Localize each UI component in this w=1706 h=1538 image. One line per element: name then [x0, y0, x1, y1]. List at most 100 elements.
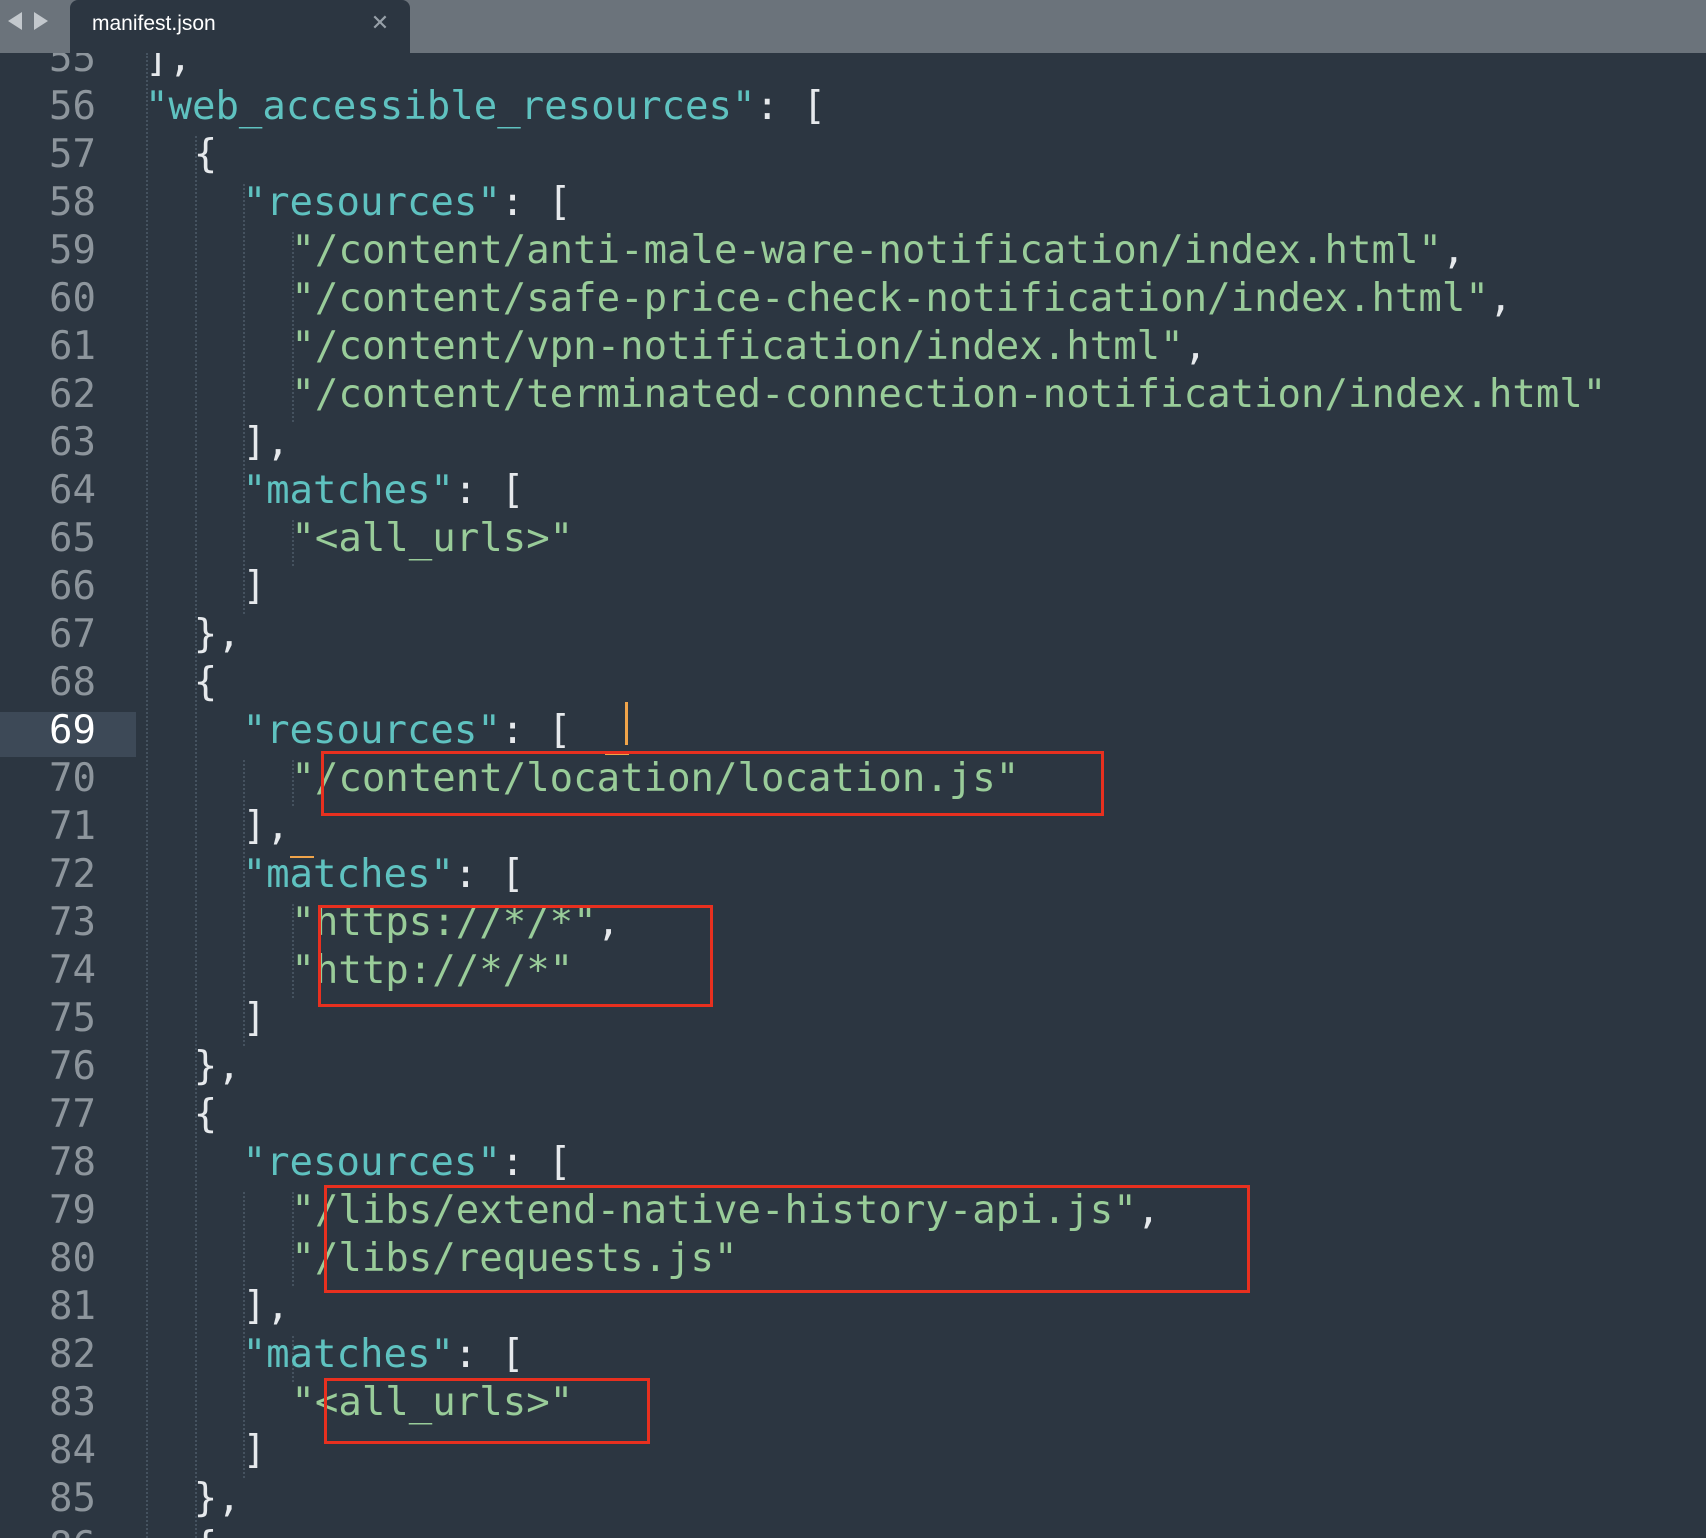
- code-line[interactable]: 64 "matches": [: [0, 467, 1706, 515]
- code-text: "resources": [: [243, 707, 572, 755]
- code-line[interactable]: 58 "resources": [: [0, 179, 1706, 227]
- json-punctuation: : [: [453, 1332, 525, 1377]
- line-number: 79: [49, 1188, 96, 1233]
- code-text: {: [194, 1523, 217, 1538]
- json-string: "/content/safe-price-check-notification/…: [291, 276, 1489, 321]
- highlight-box-location-js: [321, 751, 1104, 816]
- code-text: ]: [243, 995, 266, 1043]
- json-punctuation: ,: [1488, 276, 1513, 321]
- json-punctuation: : [: [500, 708, 572, 753]
- json-key: "resources": [242, 708, 501, 753]
- line-number: 57: [49, 132, 96, 177]
- line-number: 59: [49, 228, 96, 273]
- json-string: "/content/terminated-connection-notifica…: [291, 372, 1607, 417]
- code-line[interactable]: 66]: [0, 563, 1706, 611]
- code-line[interactable]: 83 "<all_urls>": [0, 1379, 1706, 1427]
- line-number: 55: [49, 53, 96, 81]
- code-text: },: [194, 1043, 241, 1091]
- code-text: ]: [243, 1427, 266, 1475]
- code-line[interactable]: 55],: [0, 53, 1706, 83]
- code-text: ]: [243, 563, 266, 611]
- code-line[interactable]: 56 "web_accessible_resources": [: [0, 83, 1706, 131]
- code-line[interactable]: 86 {: [0, 1523, 1706, 1538]
- line-number: 64: [49, 468, 96, 513]
- code-text: ],: [243, 1283, 290, 1331]
- json-punctuation: {: [193, 132, 218, 177]
- code-line[interactable]: 84]: [0, 1427, 1706, 1475]
- code-line[interactable]: 85},: [0, 1475, 1706, 1523]
- tab-title: manifest.json: [92, 12, 216, 35]
- line-number: 67: [49, 612, 96, 657]
- code-text: "web_accessible_resources": [: [145, 83, 826, 131]
- code-text: },: [194, 1475, 241, 1523]
- json-punctuation: ],: [145, 53, 192, 81]
- json-string: "/content/anti-male-ware-notification/in…: [291, 228, 1442, 273]
- code-editor[interactable]: 55], 56 "web_accessible_resources": [57{58…: [0, 53, 1706, 1538]
- code-line[interactable]: 65 "<all_urls>": [0, 515, 1706, 563]
- close-icon[interactable]: ✕: [367, 9, 393, 39]
- json-punctuation: ]: [242, 564, 267, 609]
- code-text: ],: [145, 53, 192, 83]
- code-text: {: [194, 131, 217, 179]
- json-punctuation: : [: [453, 852, 525, 897]
- code-line[interactable]: 67},: [0, 611, 1706, 659]
- line-number: 60: [49, 276, 96, 321]
- code-line[interactable]: 62 "/content/terminated-connection-notifi…: [0, 371, 1706, 419]
- code-line[interactable]: 74 "http://*/*": [0, 947, 1706, 995]
- code-line[interactable]: 78 "resources": [: [0, 1139, 1706, 1187]
- code-text: {: [194, 1091, 217, 1139]
- line-number: 70: [49, 756, 96, 801]
- code-text: "matches": [: [243, 1331, 525, 1379]
- code-line[interactable]: 72 "matches": [: [0, 851, 1706, 899]
- json-punctuation: {: [193, 660, 218, 705]
- line-number: 83: [49, 1380, 96, 1425]
- code-text: "/content/terminated-connection-notifica…: [291, 371, 1606, 419]
- code-line[interactable]: 76},: [0, 1043, 1706, 1091]
- code-line[interactable]: 82 "matches": [: [0, 1331, 1706, 1379]
- json-punctuation: ]: [242, 1428, 267, 1473]
- line-number: 72: [49, 852, 96, 897]
- tab-bar: manifest.json ✕: [0, 0, 1706, 53]
- tab-navigation: [0, 0, 70, 53]
- code-line[interactable]: 73 "https://*/*",: [0, 899, 1706, 947]
- code-text: "matches": [: [243, 467, 525, 515]
- line-number: 65: [49, 516, 96, 561]
- code-text: ],: [243, 419, 290, 467]
- code-line[interactable]: 61 "/content/vpn-notification/index.html"…: [0, 323, 1706, 371]
- code-text: {: [194, 659, 217, 707]
- code-text: "resources": [: [243, 1139, 572, 1187]
- line-number: 69: [49, 708, 96, 753]
- json-punctuation: ,: [1441, 228, 1466, 273]
- json-punctuation: ,: [1183, 324, 1208, 369]
- code-line[interactable]: 57 {: [0, 131, 1706, 179]
- json-punctuation: ],: [242, 420, 290, 465]
- code-line[interactable]: 59 "/content/anti-male-ware-notification/…: [0, 227, 1706, 275]
- tab-manifest-json[interactable]: manifest.json ✕: [70, 0, 410, 53]
- triangle-right-icon[interactable]: [34, 12, 48, 30]
- line-number: 62: [49, 372, 96, 417]
- code-line[interactable]: 63],: [0, 419, 1706, 467]
- line-number: 56: [49, 84, 96, 129]
- line-number: 77: [49, 1092, 96, 1137]
- json-punctuation: {: [193, 1092, 218, 1137]
- json-punctuation: },: [193, 612, 241, 657]
- code-line[interactable]: 75]: [0, 995, 1706, 1043]
- code-line[interactable]: 68 {: [0, 659, 1706, 707]
- triangle-left-icon[interactable]: [8, 12, 22, 30]
- code-text: ],: [243, 803, 290, 851]
- json-punctuation: ]: [242, 996, 267, 1041]
- line-number: 61: [49, 324, 96, 369]
- json-key: "matches": [242, 1332, 454, 1377]
- text-cursor: [625, 702, 628, 745]
- code-line[interactable]: 77 {: [0, 1091, 1706, 1139]
- line-number: 58: [49, 180, 96, 225]
- code-line[interactable]: 60 "/content/safe-price-check-notificatio…: [0, 275, 1706, 323]
- json-key: "matches": [242, 468, 454, 513]
- code-text: "resources": [: [243, 179, 572, 227]
- json-punctuation: : [: [453, 468, 525, 513]
- line-number: 75: [49, 996, 96, 1041]
- json-punctuation: {: [194, 1524, 217, 1538]
- code-line[interactable]: 69 "resources": [: [0, 707, 1706, 755]
- line-number: 86: [0, 1523, 96, 1538]
- json-string: "<all_urls>": [291, 516, 574, 561]
